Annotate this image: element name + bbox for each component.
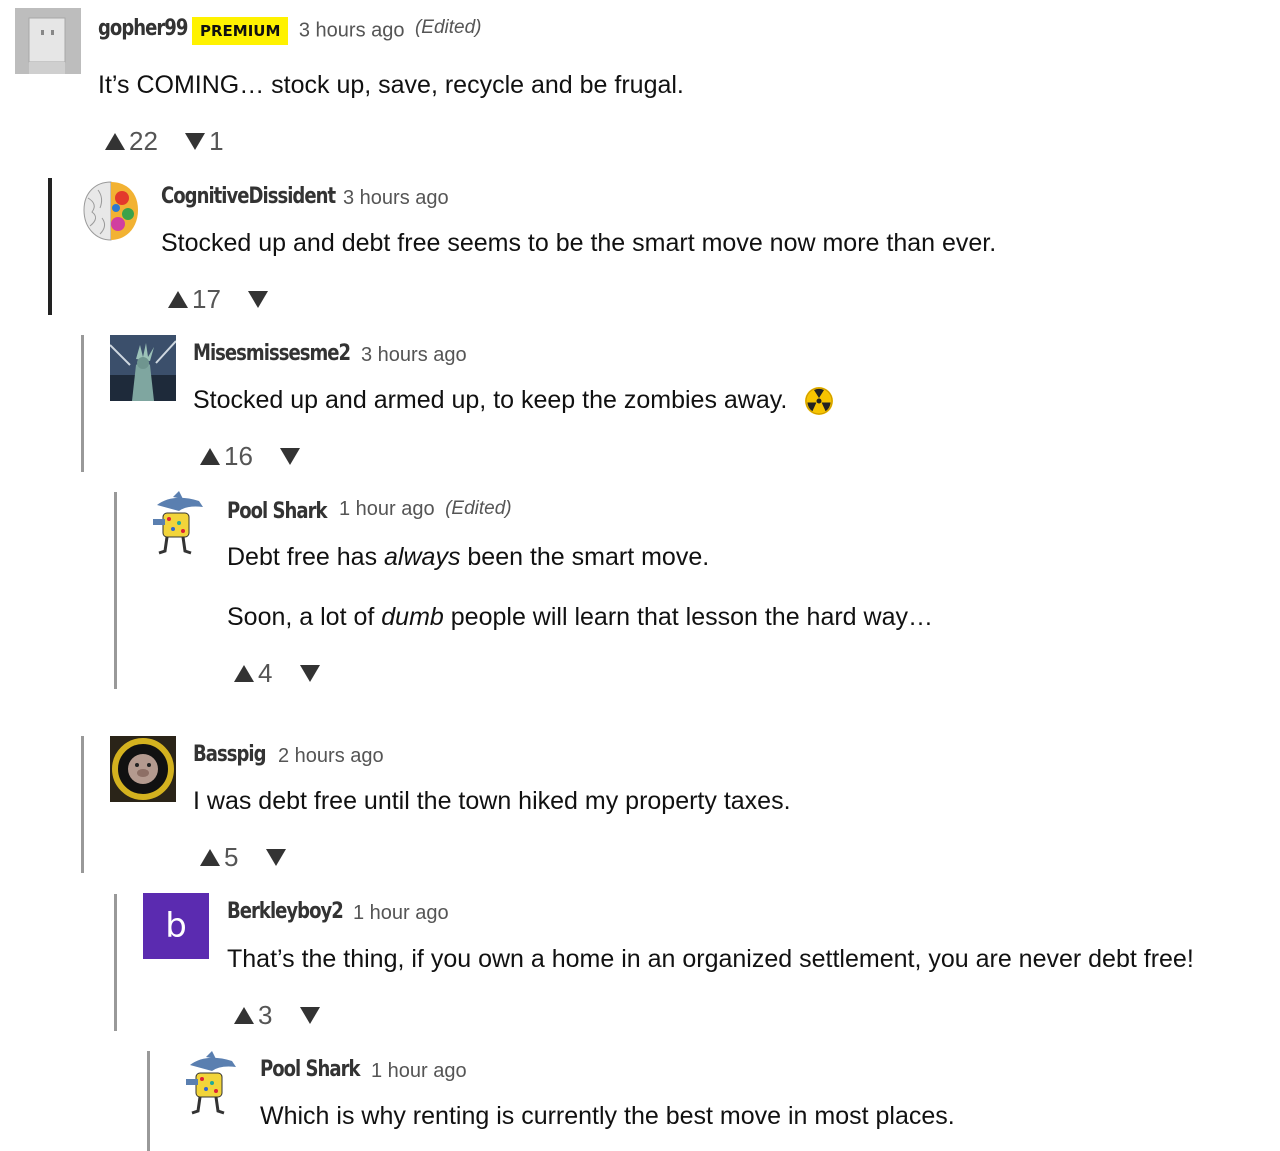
- upvote-count: 5: [224, 842, 239, 872]
- comment-text: been the smart move.: [460, 543, 710, 571]
- avatar[interactable]: [143, 491, 209, 557]
- radioactive-emoji: [805, 387, 834, 416]
- comment: Misesmissesme2 3 hours ago Stocked up an…: [0, 327, 1280, 477]
- timestamp[interactable]: 1 hour ago: [339, 498, 435, 520]
- comment: Pool Shark 1 hour ago Which is why renti…: [0, 1045, 1280, 1151]
- avatar[interactable]: b: [143, 893, 209, 959]
- upvote-count: 22: [129, 126, 158, 156]
- comment: CognitiveDissident 3 hours ago Stocked u…: [0, 170, 1280, 320]
- comment: Basspig 2 hours ago I was debt free unti…: [0, 730, 1280, 880]
- comment-body: Which is why renting is currently the be…: [260, 1102, 955, 1130]
- upvote-icon: [168, 291, 188, 308]
- avatar[interactable]: [78, 178, 144, 244]
- username[interactable]: Pool Shark: [227, 499, 328, 524]
- downvote-button[interactable]: [265, 849, 290, 866]
- downvote-icon: [248, 291, 269, 308]
- comment-text: Stocked up and armed up, to keep the zom…: [193, 386, 788, 414]
- avatar[interactable]: [110, 736, 176, 802]
- comment-body: That’s the thing, if you own a home in a…: [227, 945, 1194, 973]
- downvote-count: 1: [209, 126, 224, 156]
- upvote-button[interactable]: 5: [200, 842, 238, 873]
- upvote-count: 3: [258, 1000, 273, 1030]
- username[interactable]: gopher99: [98, 16, 188, 41]
- username[interactable]: Berkleyboy2: [227, 899, 344, 924]
- comment-body: It’s COMING… stock up, save, recycle and…: [98, 71, 684, 99]
- comment-text: Soon, a lot of: [227, 603, 382, 631]
- timestamp[interactable]: 3 hours ago: [299, 20, 405, 42]
- downvote-button[interactable]: [248, 291, 272, 308]
- comment-body: Stocked up and debt free seems to be the…: [161, 229, 997, 257]
- downvote-icon: [185, 133, 206, 150]
- downvote-icon: [265, 849, 286, 866]
- upvote-count: 4: [258, 658, 273, 688]
- upvote-count: 17: [192, 284, 221, 314]
- comment-body: I was debt free until the town hiked my …: [193, 787, 791, 815]
- username[interactable]: CognitiveDissident: [161, 184, 336, 209]
- username[interactable]: Basspig: [193, 742, 267, 767]
- avatar[interactable]: [15, 8, 81, 74]
- timestamp[interactable]: 1 hour ago: [353, 902, 449, 924]
- upvote-icon: [200, 849, 220, 866]
- upvote-button[interactable]: 17: [168, 284, 221, 315]
- upvote-icon: [200, 448, 220, 465]
- downvote-button[interactable]: [299, 1007, 324, 1024]
- edited-label: (Edited): [414, 17, 482, 38]
- username[interactable]: Misesmissesme2: [193, 341, 351, 366]
- upvote-icon: [234, 1007, 254, 1024]
- downvote-button[interactable]: [280, 448, 304, 465]
- upvote-icon: [234, 665, 254, 682]
- upvote-icon: [105, 133, 125, 150]
- downvote-button[interactable]: [299, 665, 324, 682]
- comment-body: Stocked up and armed up, to keep the zom…: [193, 385, 834, 416]
- downvote-icon: [299, 1007, 320, 1024]
- comment-text: people will learn that lesson the hard w…: [443, 603, 933, 631]
- comment-text: Debt free has: [227, 543, 385, 571]
- comment-body-paragraph: Debt free has always been the smart move…: [227, 542, 709, 572]
- comment-text-emphasis: always: [384, 543, 461, 571]
- upvote-button[interactable]: 16: [200, 441, 253, 472]
- upvote-count: 16: [224, 441, 253, 471]
- upvote-button[interactable]: 22: [105, 126, 158, 157]
- downvote-button[interactable]: 1: [185, 126, 224, 157]
- comment-text-emphasis: dumb: [381, 603, 444, 631]
- downvote-icon: [280, 448, 301, 465]
- upvote-button[interactable]: 4: [234, 658, 272, 689]
- timestamp[interactable]: 1 hour ago: [371, 1060, 467, 1082]
- username[interactable]: Pool Shark: [260, 1057, 361, 1082]
- avatar-letter: b: [165, 906, 187, 946]
- comment: b Berkleyboy2 1 hour ago That’s the thin…: [0, 887, 1280, 1037]
- comment: gopher99 PREMIUM 3 hours ago (Edited) It…: [0, 0, 1280, 170]
- timestamp[interactable]: 3 hours ago: [361, 344, 467, 366]
- edited-label: (Edited): [445, 498, 512, 519]
- premium-badge: PREMIUM: [192, 17, 289, 45]
- avatar[interactable]: [176, 1051, 242, 1117]
- downvote-icon: [299, 665, 320, 682]
- comment: Pool Shark 1 hour ago (Edited) Debt free…: [0, 485, 1280, 700]
- upvote-button[interactable]: 3: [234, 1000, 272, 1031]
- timestamp[interactable]: 2 hours ago: [278, 745, 384, 767]
- timestamp[interactable]: 3 hours ago: [343, 187, 449, 209]
- comment-body-paragraph: Soon, a lot of dumb people will learn th…: [227, 602, 933, 632]
- avatar[interactable]: [110, 335, 176, 401]
